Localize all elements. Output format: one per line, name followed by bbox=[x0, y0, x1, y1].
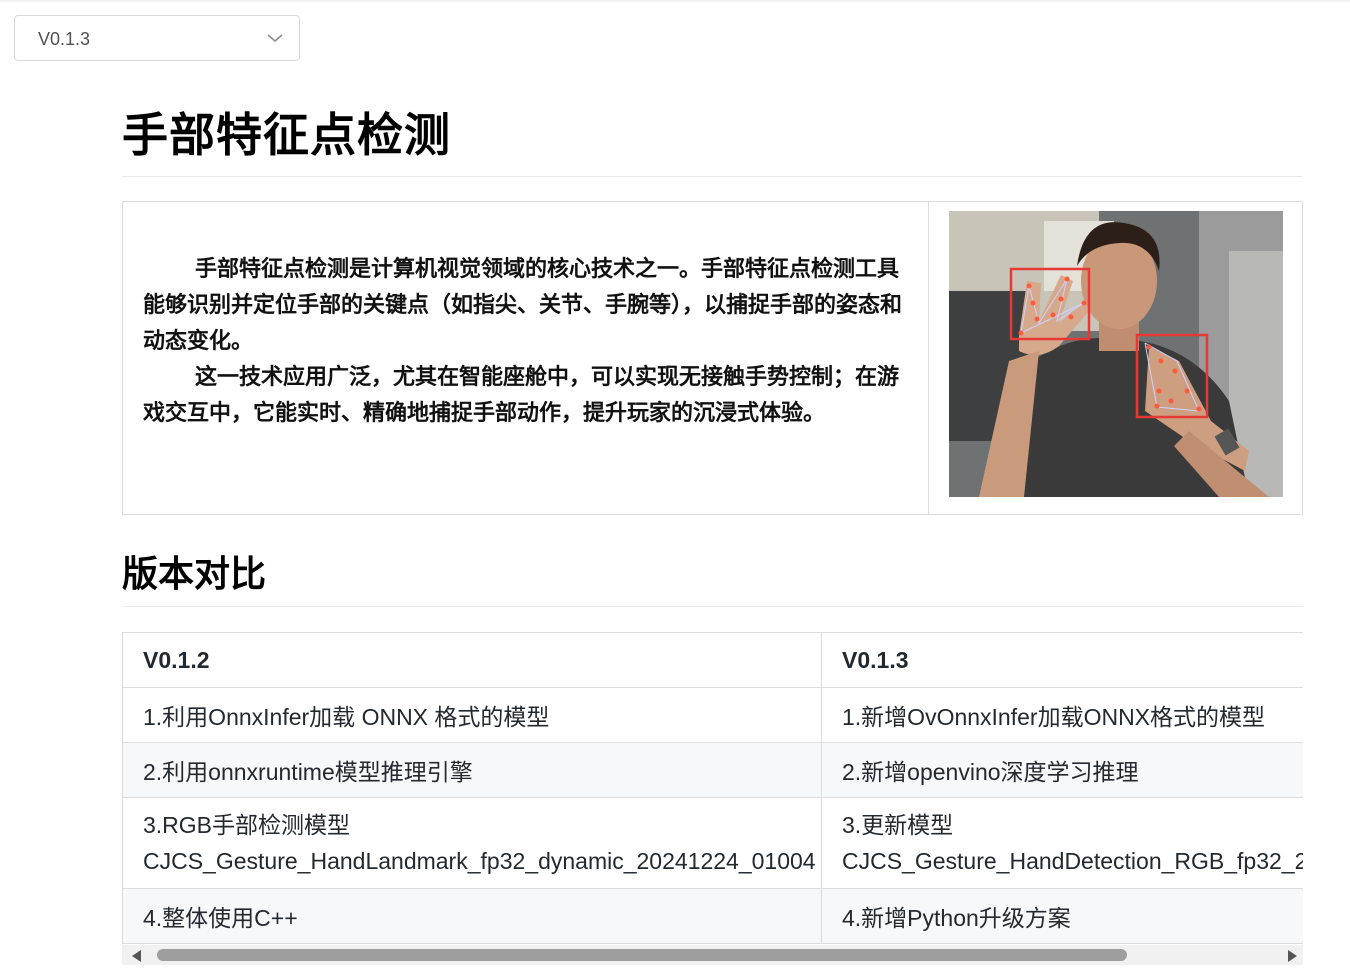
version-select-value: V0.1.3 bbox=[38, 29, 91, 49]
scrollbar-thumb[interactable] bbox=[157, 949, 1127, 961]
hand-landmark-photo bbox=[949, 211, 1283, 497]
title-divider bbox=[122, 176, 1303, 177]
cell-line: 3.RGB手部检测模型 bbox=[143, 812, 351, 838]
table-header-row: V0.1.2 V0.1.3 bbox=[122, 632, 1303, 688]
table-header-cell: V0.1.2 bbox=[122, 632, 822, 688]
cell-line: CJCS_Gesture_HandDetection_RGB_fp32_20 bbox=[842, 848, 1303, 874]
scroll-left-arrow-icon[interactable] bbox=[132, 950, 141, 962]
intro-text-cell: 手部特征点检测是计算机视觉领域的核心技术之一。手部特征点检测工具能够识别并定位手… bbox=[123, 202, 929, 514]
table-cell: 1.利用OnnxInfer加载 ONNX 格式的模型 bbox=[122, 687, 822, 743]
cell-line: 3.更新模型 bbox=[842, 812, 954, 838]
scroll-right-arrow-icon[interactable] bbox=[1288, 950, 1297, 962]
table-row: 1.利用OnnxInfer加载 ONNX 格式的模型 1.新增OvOnnxInf… bbox=[122, 687, 1303, 743]
table-cell: 3.更新模型 CJCS_Gesture_HandDetection_RGB_fp3… bbox=[821, 797, 1303, 889]
table-row: 4.整体使用C++ 4.新增Python升级方案 bbox=[122, 888, 1303, 944]
section-divider bbox=[122, 606, 1303, 607]
table-cell: 3.RGB手部检测模型 CJCS_Gesture_HandLandmark_fp3… bbox=[122, 797, 822, 889]
horizontal-scrollbar[interactable] bbox=[122, 945, 1303, 965]
cell-line: CJCS_Gesture_HandLandmark_fp32_dynamic_2… bbox=[143, 848, 816, 874]
intro-paragraph: 这一技术应用广泛，尤其在智能座舱中，可以实现无接触手势控制；在游戏交互中，它能实… bbox=[143, 365, 900, 426]
page: V0.1.3 手部特征点检测 手部特征点检测是计算机视觉领域的核心技术之一。手部… bbox=[0, 0, 1350, 975]
hand-landmark-illustration bbox=[949, 211, 1283, 497]
section-title: 版本对比 bbox=[122, 554, 267, 595]
table-cell: 2.新增openvino深度学习推理 bbox=[821, 742, 1303, 798]
table-row: 2.利用onnxruntime模型推理引擎 2.新增openvino深度学习推理 bbox=[122, 742, 1303, 798]
top-shadow bbox=[0, 0, 1350, 3]
table-cell: 4.整体使用C++ bbox=[122, 888, 822, 944]
table-header-cell: V0.1.3 bbox=[821, 632, 1303, 688]
page-title: 手部特征点检测 bbox=[122, 108, 451, 162]
table-row: 3.RGB手部检测模型 CJCS_Gesture_HandLandmark_fp3… bbox=[122, 797, 1303, 889]
intro-table: 手部特征点检测是计算机视觉领域的核心技术之一。手部特征点检测工具能够识别并定位手… bbox=[122, 201, 1303, 515]
intro-paragraph: 手部特征点检测是计算机视觉领域的核心技术之一。手部特征点检测工具能够识别并定位手… bbox=[143, 257, 903, 354]
version-select[interactable]: V0.1.3 bbox=[14, 15, 300, 61]
table-cell: 1.新增OvOnnxInfer加载ONNX格式的模型 bbox=[821, 687, 1303, 743]
comparison-table-scroll[interactable]: V0.1.2 V0.1.3 1.利用OnnxInfer加载 ONNX 格式的模型… bbox=[122, 632, 1303, 944]
comparison-table: V0.1.2 V0.1.3 1.利用OnnxInfer加载 ONNX 格式的模型… bbox=[122, 632, 1303, 944]
table-cell: 2.利用onnxruntime模型推理引擎 bbox=[122, 742, 822, 798]
table-cell: 4.新增Python升级方案 bbox=[821, 888, 1303, 944]
chevron-down-icon bbox=[267, 34, 283, 43]
